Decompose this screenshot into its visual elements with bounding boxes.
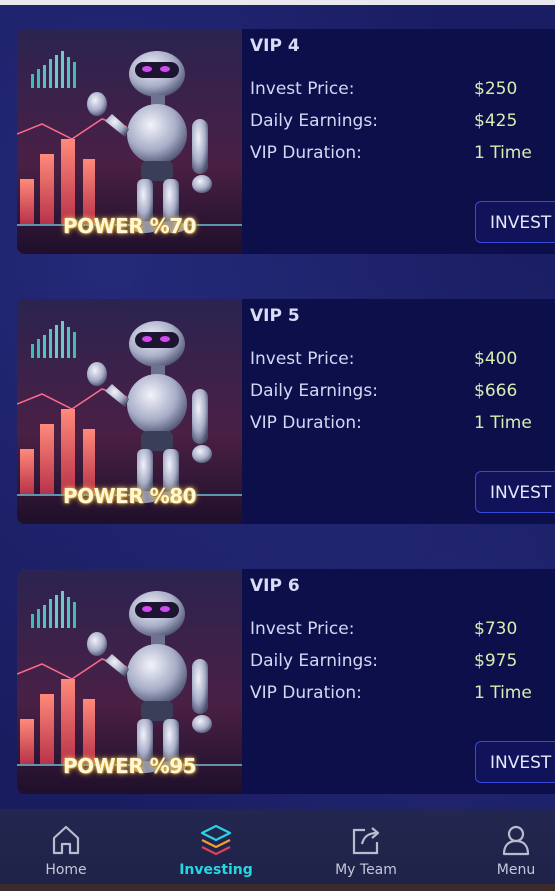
layers-icon: [200, 824, 232, 856]
vip-plan-card: POWER %80 VIP 5 Invest Price: $400 Daily…: [17, 299, 555, 524]
vip-duration-value: 1 Time: [474, 143, 532, 163]
vip-duration-label: VIP Duration:: [250, 413, 362, 433]
nav-item-my-team[interactable]: My Team: [311, 823, 421, 887]
bottom-nav: Home Investing My Team Menu: [0, 809, 555, 891]
nav-label: Investing: [179, 862, 253, 878]
plan-title: VIP 6: [250, 576, 300, 596]
robot-image: POWER %95: [17, 569, 242, 794]
invest-button[interactable]: INVEST: [475, 201, 555, 243]
daily-earnings-value: $425: [474, 111, 518, 131]
power-badge: POWER %95: [62, 754, 197, 778]
power-badge: POWER %70: [62, 214, 197, 238]
plan-title: VIP 5: [250, 306, 300, 326]
daily-earnings-label: Daily Earnings:: [250, 381, 378, 401]
nav-item-menu[interactable]: Menu: [461, 823, 555, 887]
robot-image: POWER %80: [17, 299, 242, 524]
invest-button[interactable]: INVEST: [475, 471, 555, 513]
vip-duration-value: 1 Time: [474, 413, 532, 433]
share-icon: [352, 827, 380, 855]
vip-duration-label: VIP Duration:: [250, 143, 362, 163]
invest-button[interactable]: INVEST: [475, 741, 555, 783]
user-icon: [502, 825, 530, 856]
power-badge: POWER %80: [62, 484, 197, 508]
nav-label: My Team: [335, 862, 397, 878]
daily-earnings-label: Daily Earnings:: [250, 651, 378, 671]
invest-price-value: $250: [474, 79, 518, 99]
vip-duration-value: 1 Time: [474, 683, 532, 703]
vip-duration-label: VIP Duration:: [250, 683, 362, 703]
robot-image: POWER %70: [17, 29, 242, 254]
invest-price-label: Invest Price:: [250, 79, 355, 99]
plan-title: VIP 4: [250, 36, 300, 56]
page: POWER %70 VIP 4 Invest Price: $250 Daily…: [0, 0, 555, 891]
daily-earnings-label: Daily Earnings:: [250, 111, 378, 131]
nav-item-home[interactable]: Home: [11, 823, 121, 887]
top-divider: [0, 0, 555, 5]
vip-plan-card: POWER %95 VIP 6 Invest Price: $730 Daily…: [17, 569, 555, 794]
invest-price-value: $400: [474, 349, 518, 369]
vip-plan-card: POWER %70 VIP 4 Invest Price: $250 Daily…: [17, 29, 555, 254]
daily-earnings-value: $666: [474, 381, 518, 401]
invest-price-label: Invest Price:: [250, 349, 355, 369]
nav-label: Menu: [496, 862, 536, 878]
invest-price-value: $730: [474, 619, 518, 639]
home-icon: [52, 825, 80, 855]
nav-item-investing[interactable]: Investing: [161, 823, 271, 887]
bottom-edge: [0, 884, 555, 891]
invest-price-label: Invest Price:: [250, 619, 355, 639]
nav-label: Home: [45, 862, 87, 878]
daily-earnings-value: $975: [474, 651, 518, 671]
